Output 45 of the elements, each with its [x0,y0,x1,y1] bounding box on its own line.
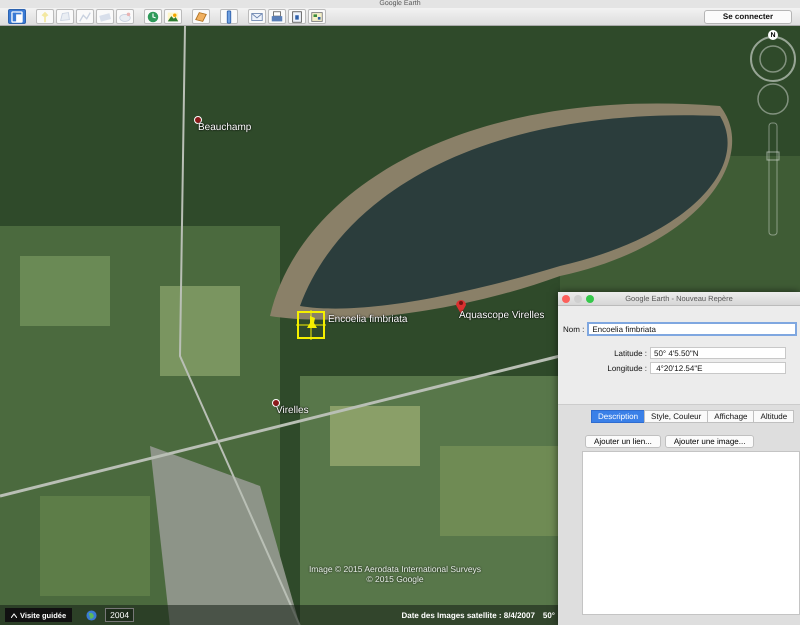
place-label[interactable]: Aquascope Virelles [459,310,544,321]
path-icon [78,10,92,24]
sidebar-icon [10,10,24,24]
maps-icon [310,10,324,24]
place-label[interactable]: Encoelia fimbriata [328,314,408,325]
add-button[interactable]: Ajouter une image... [664,435,754,448]
coordinate-field[interactable]: 4°20'12.54"E [650,362,786,374]
sun-button[interactable] [164,9,182,24]
caret-icon [11,612,17,618]
compass-icon[interactable] [748,34,798,84]
selected-placemark-icon[interactable] [296,310,326,340]
maps-button[interactable] [308,9,326,24]
save-icon [290,10,304,24]
field-label: Latitude : [614,348,647,358]
tab[interactable]: Affichage [707,410,754,423]
print-icon [270,10,284,24]
email-button[interactable] [248,9,266,24]
attribution-text: Image © 2015 Aerodata International Surveys [308,564,482,574]
place-label[interactable]: Beauchamp [198,122,252,133]
save-button[interactable] [288,9,306,24]
name-field[interactable]: Encoelia fimbriata [587,322,797,336]
place-label[interactable]: Virelles [276,405,309,416]
add-button[interactable]: Ajouter un lien... [585,435,661,448]
sidebar-button[interactable] [8,9,26,24]
field-label: Longitude : [607,364,647,372]
field-label: Nom : [563,324,584,334]
attribution-text: © 2015 Google [365,574,425,584]
tab[interactable]: Description [591,410,646,423]
sign-in-button[interactable]: Se connecter [704,10,792,24]
zoom-slider-icon[interactable] [766,122,780,236]
coordinate-field[interactable]: 50° 4'5.50"N [650,347,786,359]
imagery-date: Date des Images satellite : 8/4/2007 [401,610,535,620]
coordinates-text: 50° [542,610,555,620]
tab[interactable]: Altitude [753,410,794,423]
look-joystick-icon[interactable] [756,82,790,116]
print-button[interactable] [268,9,286,24]
ruler-button[interactable] [220,9,238,24]
description-field[interactable] [582,451,800,615]
tab[interactable]: Style, Couleur [644,410,708,423]
sun-icon [166,10,180,24]
year-field[interactable]: 2004 [105,608,134,622]
history-icon [146,10,160,24]
close-window-button[interactable] [562,294,570,302]
history-button[interactable] [144,9,162,24]
globe-icon[interactable] [86,610,98,620]
